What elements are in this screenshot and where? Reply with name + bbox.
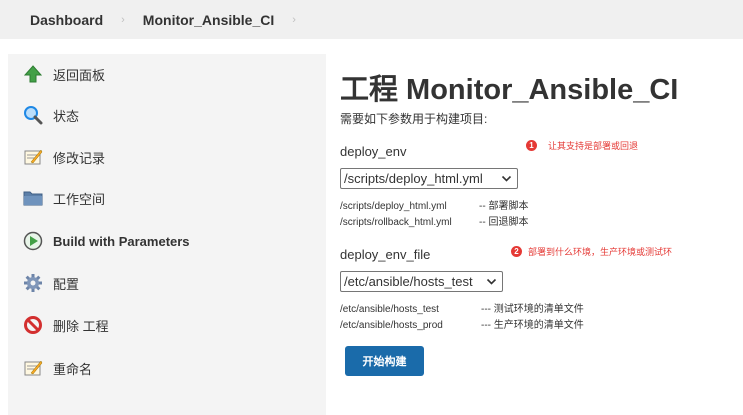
sidebar-item-label: 配置 xyxy=(53,276,80,292)
sidebar-item-label: 重命名 xyxy=(53,361,93,377)
notepad-icon xyxy=(23,358,43,378)
annotation-1: 1 让其支持是部署或回退 xyxy=(526,139,638,152)
param-description-line: /etc/ansible/hosts_test --- 测试环境的清单文件 xyxy=(340,304,584,315)
sidebar-item-workspace[interactable]: 工作空间 xyxy=(8,178,326,218)
breadcrumb: Dashboard › Monitor_Ansible_CI › xyxy=(0,0,743,39)
sidebar-item-label: Build with Parameters xyxy=(53,233,190,249)
folder-icon xyxy=(23,188,43,208)
sidebar: 返回面板 状态 修改记录 工作空间 Build with Parameters … xyxy=(8,54,326,415)
deploy-env-select[interactable]: /scripts/deploy_html.yml xyxy=(340,168,518,189)
gear-icon xyxy=(23,273,43,293)
annotation-text: 让其支持是部署或回退 xyxy=(548,141,639,151)
breadcrumb-separator: › xyxy=(121,13,125,26)
page-title: 工程 Monitor_Ansible_CI xyxy=(340,74,679,106)
breadcrumb-separator[interactable]: › xyxy=(292,14,296,26)
sidebar-item-label: 返回面板 xyxy=(53,67,106,83)
chevron-down-icon xyxy=(486,275,497,290)
param-name-deploy-env-file: deploy_env_file xyxy=(340,247,431,262)
select-value: /etc/ansible/hosts_test xyxy=(344,274,473,289)
sidebar-item-build-with-parameters[interactable]: Build with Parameters xyxy=(8,221,326,261)
param-description-line: /scripts/rollback_html.yml -- 回退脚本 xyxy=(340,217,529,228)
param-name-deploy-env: deploy_env xyxy=(340,144,407,159)
annotation-2: 2 部署到什么环境，生产环境或测试环 xyxy=(511,245,672,258)
sidebar-item-delete-project[interactable]: 删除 工程 xyxy=(8,305,326,345)
page-subtitle: 需要如下参数用于构建项目: xyxy=(340,112,488,126)
param-description-line: /scripts/deploy_html.yml -- 部署脚本 xyxy=(340,201,529,212)
sidebar-item-label: 修改记录 xyxy=(53,150,106,166)
breadcrumb-dashboard-link[interactable]: Dashboard xyxy=(30,12,103,28)
sidebar-item-back-to-dashboard[interactable]: 返回面板 xyxy=(8,54,326,94)
annotation-text: 部署到什么环境，生产环境或测试环 xyxy=(528,247,673,257)
clock-play-icon xyxy=(23,231,43,251)
deploy-env-file-select[interactable]: /etc/ansible/hosts_test xyxy=(340,271,503,292)
no-entry-icon xyxy=(23,315,43,335)
sidebar-item-label: 工作空间 xyxy=(53,191,106,207)
notepad-icon xyxy=(23,147,43,167)
sidebar-item-status[interactable]: 状态 xyxy=(8,95,326,135)
build-button[interactable]: 开始构建 xyxy=(345,346,424,376)
annotation-number: 1 xyxy=(526,140,537,151)
up-arrow-icon xyxy=(23,64,43,84)
sidebar-item-configure[interactable]: 配置 xyxy=(8,263,326,303)
sidebar-item-label: 状态 xyxy=(53,108,80,124)
magnifier-icon xyxy=(23,105,43,125)
chevron-down-icon xyxy=(501,172,512,187)
sidebar-item-label: 删除 工程 xyxy=(53,318,109,334)
annotation-number: 2 xyxy=(511,246,522,257)
sidebar-item-changes[interactable]: 修改记录 xyxy=(8,137,326,177)
breadcrumb-project-link[interactable]: Monitor_Ansible_CI xyxy=(143,12,274,28)
select-value: /scripts/deploy_html.yml xyxy=(344,171,483,186)
param-description-line: /etc/ansible/hosts_prod --- 生产环境的清单文件 xyxy=(340,320,584,331)
sidebar-item-rename[interactable]: 重命名 xyxy=(8,348,326,388)
